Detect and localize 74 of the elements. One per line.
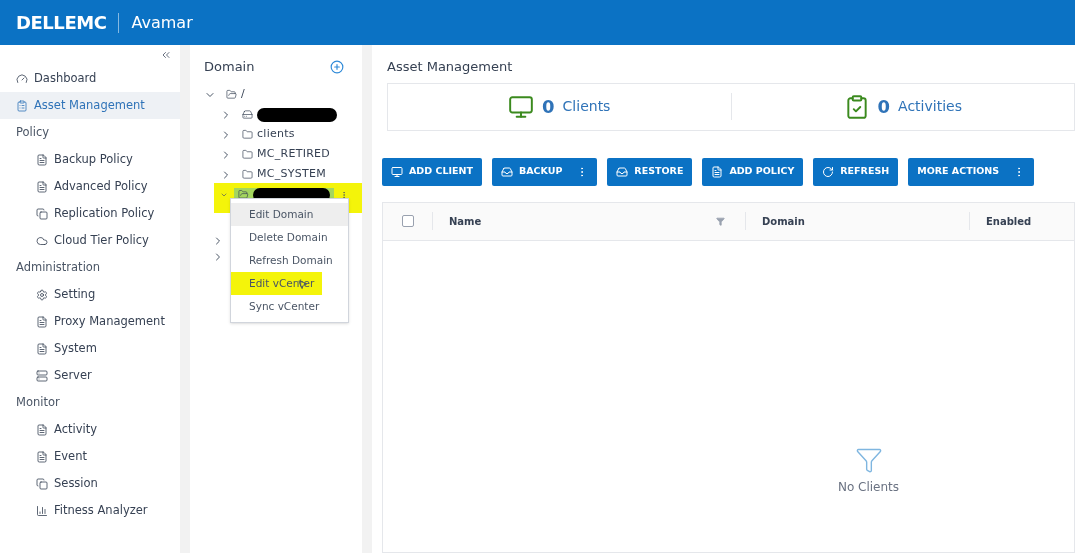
panel-title: Domain [204,58,255,76]
summary-link[interactable]: Activities [898,96,962,117]
tree-item[interactable]: MC_SYSTEM [238,166,330,183]
sidebar-item[interactable]: Activity [0,416,180,443]
product-name: Avamar [131,11,193,34]
menu-icon [16,72,28,85]
menu-item[interactable]: Edit vCenter [231,272,322,295]
add-icon[interactable] [330,59,344,74]
button-icon [391,165,403,178]
action-button[interactable]: BACKUP [491,157,598,186]
menu-icon [36,288,48,301]
section-heading: Administration [15,258,102,276]
sidebar-item[interactable]: Session [0,470,180,497]
folder-icon [226,89,237,100]
menu-icon [36,504,48,517]
menu-icon [16,99,28,112]
sidebar-item[interactable]: Setting [0,281,180,308]
menu-icon [36,207,48,220]
menu-icon [36,423,48,436]
tree-item[interactable]: MC_RETIRED [238,146,335,163]
sidebar-item[interactable]: Backup Policy [0,146,180,173]
section-heading: Policy [15,123,51,141]
sidebar-item[interactable]: Advanced Policy [0,173,180,200]
menu-item[interactable]: Edit Domain [231,203,348,226]
select-all-checkbox[interactable] [401,215,414,227]
button-icon [616,165,629,178]
sidebar-item[interactable]: System [0,335,180,362]
column-header[interactable]: Name [433,212,746,230]
button-icon [500,165,513,178]
sidebar-item[interactable]: Server [0,362,180,389]
brand-logo: DELLEMC [16,11,107,35]
button-icon [822,165,835,178]
sidebar-item[interactable]: Cloud Tier Policy [0,227,180,254]
menu-item[interactable]: Refresh Domain [231,249,348,272]
menu-icon [36,315,48,328]
sidebar-item[interactable]: Replication Policy [0,200,180,227]
page-title: Asset Management [386,58,514,76]
action-button[interactable]: RESTORE [607,157,693,186]
folder-icon [242,129,253,140]
tree-item[interactable]: clients [238,126,299,143]
summary-count: 0 [877,95,891,119]
action-button[interactable]: ADD POLICY [702,157,804,186]
section-heading: Monitor [15,393,61,411]
action-button[interactable]: REFRESH [813,157,899,186]
sidebar-item[interactable]: Fitness Analyzer [0,497,180,524]
tree-item[interactable]: / [222,86,249,103]
sidebar-item[interactable]: Asset Management [0,92,180,119]
button-icon [711,165,724,178]
menu-icon [36,180,48,193]
collapse-icon[interactable] [160,49,172,61]
menu-icon [36,153,48,166]
menu-icon [36,234,48,247]
action-button[interactable]: MORE ACTIONS [908,157,1035,186]
funnel-icon [854,446,883,475]
summary-link[interactable]: Clients [562,96,611,117]
monitor-icon [508,93,535,120]
sidebar-item[interactable]: Proxy Management [0,308,180,335]
folder-icon [242,149,253,160]
folder-icon [242,169,253,180]
menu-icon [36,450,48,463]
menu-icon [36,369,48,382]
empty-message: No Clients [837,479,900,497]
sidebar-item[interactable]: Event [0,443,180,470]
server-icon [242,109,253,120]
menu-icon [36,342,48,355]
summary-count: 0 [542,95,555,119]
folder-icon [238,189,249,200]
action-button[interactable]: ADD CLIENT [382,157,482,186]
sidebar-item[interactable]: Dashboard [0,65,180,92]
menu-icon [36,477,48,490]
column-header[interactable]: Enabled [970,212,1074,230]
menu-item[interactable]: Delete Domain [231,226,348,249]
menu-item[interactable]: Sync vCenter [231,295,348,318]
column-header[interactable]: Domain [746,212,970,230]
